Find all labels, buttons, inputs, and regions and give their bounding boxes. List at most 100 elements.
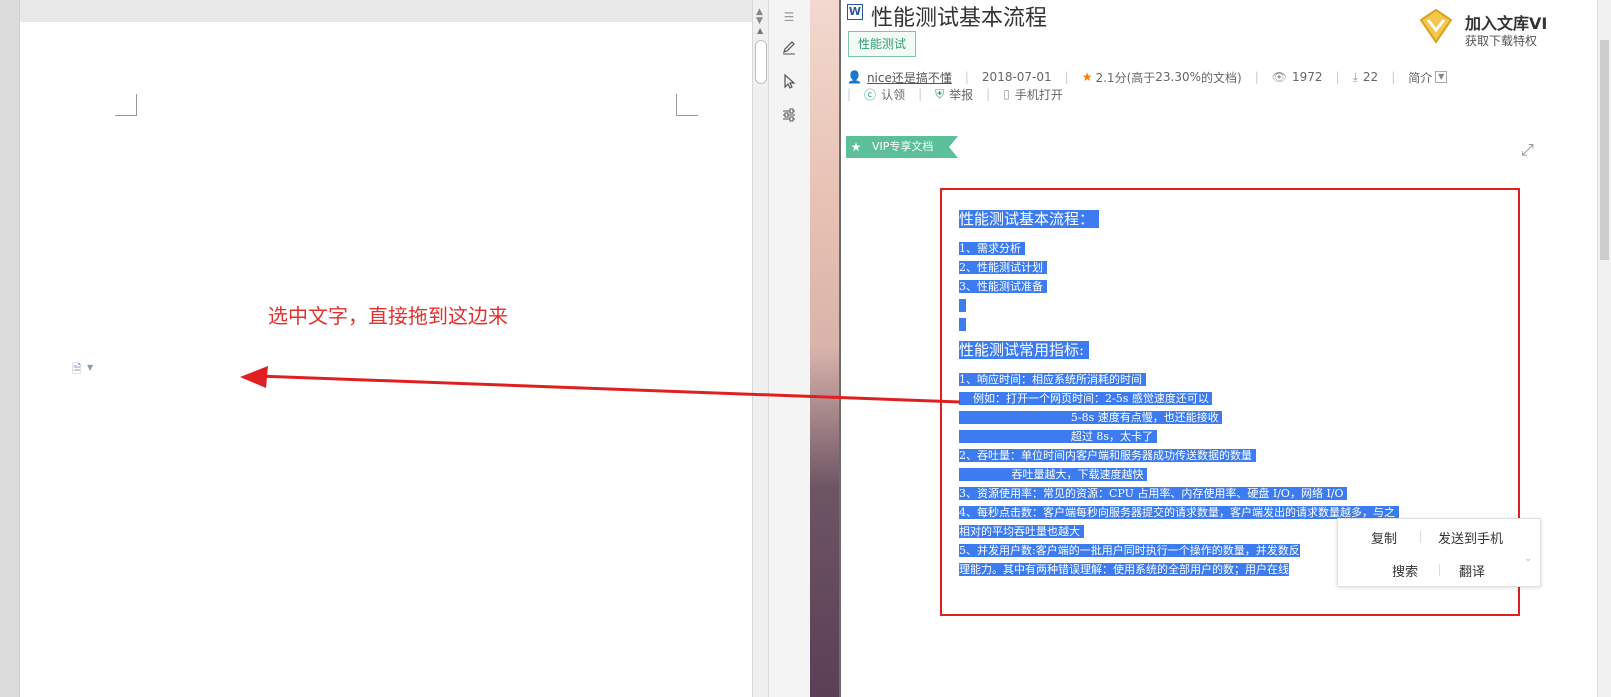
- search-button[interactable]: 搜索: [1392, 561, 1418, 580]
- selected-text[interactable]: 3、资源使用率：常见的资源：CPU 占用率、内存使用率、硬盘 I/O，网络 I/…: [959, 487, 1348, 500]
- blank-document-page[interactable]: 🗎 ▼: [20, 22, 752, 697]
- star-icon: ★: [850, 140, 862, 154]
- page-title: 性能测试基本流程: [871, 6, 1048, 31]
- meta-divider: |: [1064, 70, 1069, 84]
- word-editor-window: 🗎 ▼ ▲ ▼ ▲ ☰ 选中文字，直接拖到这边来: [0, 0, 810, 697]
- author-link[interactable]: nice还是搞不懂: [867, 69, 952, 86]
- download-count: 22: [1362, 70, 1379, 84]
- content-line[interactable]: 例如：打开一个网页时间：2-5s 感觉速度还可以: [959, 392, 1213, 406]
- content-line[interactable]: 吞吐量越大，下载速度越快: [959, 468, 1147, 482]
- selected-text[interactable]: 2、性能测试计划: [959, 261, 1047, 274]
- translate-button[interactable]: 翻译: [1459, 561, 1485, 580]
- category-tag[interactable]: 性能测试: [848, 31, 917, 57]
- intro-toggle[interactable]: 简介: [1408, 69, 1432, 86]
- content-line[interactable]: 1、需求分析: [959, 242, 1025, 256]
- chevron-down-icon[interactable]: ⌄: [1524, 553, 1532, 564]
- selected-text[interactable]: 1、需求分析: [959, 242, 1025, 255]
- content-line[interactable]: 理能力。其中有两种错误理解：使用系统的全部用户的数；用户在线: [959, 563, 1289, 577]
- user-icon: 👤: [847, 70, 862, 84]
- side-toolbar: ☰: [768, 0, 810, 697]
- desktop-background: [810, 0, 839, 697]
- selection-context-menu: 复制 发送到手机 搜索 翻译 ⌄: [1337, 518, 1541, 587]
- meta-divider: |: [964, 70, 969, 84]
- paste-options-dropdown-icon[interactable]: ▼: [87, 363, 93, 372]
- selected-text[interactable]: 性能测试常用指标:: [959, 341, 1089, 359]
- selected-text[interactable]: 例如：打开一个网页时间：2-5s 感觉速度还可以: [959, 392, 1213, 405]
- content-line[interactable]: 1、响应时间：相应系统所消耗的时间: [959, 373, 1146, 387]
- word-file-icon: W: [847, 4, 863, 20]
- document-vertical-scrollbar[interactable]: ▲ ▼ ▲: [752, 0, 768, 697]
- selected-text[interactable]: 性能测试基本流程：: [959, 210, 1099, 228]
- selected-text[interactable]: 1、响应时间：相应系统所消耗的时间: [959, 373, 1146, 386]
- claim-icon[interactable]: ⓒ: [864, 86, 876, 103]
- content-line[interactable]: 超过 8s，太卡了: [959, 430, 1157, 444]
- vip-diamond-icon: [1419, 8, 1453, 44]
- page-corner-marker-top-right: [676, 94, 698, 116]
- left-window-edge: [0, 0, 20, 697]
- page-vertical-scrollbar[interactable]: [1597, 0, 1611, 697]
- rating-percent: 23.30%: [1155, 70, 1202, 84]
- menu-divider: [1420, 531, 1421, 543]
- content-line[interactable]: 2、吞吐量：单位时间内客户端和服务器成功传送数据的数量: [959, 449, 1256, 463]
- split-view-icon[interactable]: ▲ ▼: [756, 8, 763, 26]
- document-web-page: W 性能测试基本流程 性能测试 加入文库VI 获取下载特权 👤 nice还是搞不…: [839, 0, 1611, 697]
- download-icon: ⤓: [1352, 69, 1358, 84]
- scroll-up-icon[interactable]: ▲: [757, 26, 763, 35]
- selected-text[interactable]: 3、性能测试准备: [959, 280, 1047, 293]
- mobile-phone-icon[interactable]: ▯: [1003, 87, 1010, 101]
- hamburger-icon[interactable]: ☰: [778, 6, 800, 28]
- selected-text[interactable]: 4、每秒点击数：客户端每秒向服务器提交的请求数量，客户端发出的请求数量越多，与之: [959, 506, 1399, 519]
- vip-join-title: 加入文库VI: [1465, 14, 1548, 33]
- cursor-icon[interactable]: [778, 70, 800, 92]
- content-line[interactable]: 4、每秒点击数：客户端每秒向服务器提交的请求数量，客户端发出的请求数量越多，与之: [959, 506, 1399, 520]
- content-line[interactable]: 5-8s 速度有点慢，也还能接收: [959, 411, 1223, 425]
- fullscreen-icon[interactable]: ⤢: [1521, 140, 1534, 160]
- eye-icon: 👁: [1271, 70, 1287, 84]
- content-heading[interactable]: 性能测试基本流程：: [959, 210, 1099, 228]
- drag-hint-annotation: 选中文字，直接拖到这边来: [268, 304, 508, 328]
- selected-text[interactable]: 2、吞吐量：单位时间内客户端和服务器成功传送数据的数量: [959, 449, 1256, 462]
- content-line[interactable]: 5、并发用户数:客户端的一批用户同时执行一个操作的数量，并发数反: [959, 544, 1300, 558]
- scrollbar-thumb[interactable]: [1600, 40, 1609, 260]
- pen-icon[interactable]: [778, 36, 800, 58]
- selected-text[interactable]: [959, 299, 966, 312]
- vip-join-subtitle: 获取下载特权: [1465, 34, 1538, 48]
- view-count: 1972: [1292, 70, 1323, 84]
- content-line[interactable]: 相对的平均吞吐量也越大: [959, 525, 1084, 539]
- content-line[interactable]: [959, 318, 966, 332]
- selected-text[interactable]: 5-8s 速度有点慢，也还能接收: [959, 411, 1223, 424]
- content-line[interactable]: [959, 299, 966, 313]
- selected-text[interactable]: 超过 8s，太卡了: [959, 430, 1157, 443]
- meta-divider: |: [1254, 70, 1259, 84]
- open-on-mobile-link[interactable]: 手机打开: [1015, 86, 1063, 103]
- meta-divider: |: [918, 87, 923, 101]
- document-actions-row: | ⓒ 认领 | ⛨ 举报 | ▯ 手机打开: [847, 85, 1063, 103]
- copy-button[interactable]: 复制: [1371, 528, 1397, 547]
- meta-divider: |: [847, 87, 852, 101]
- shield-icon[interactable]: ⛨: [935, 87, 944, 102]
- selected-text[interactable]: 5、并发用户数:客户端的一批用户同时执行一个操作的数量，并发数反: [959, 544, 1300, 557]
- join-vip-button[interactable]: 加入文库VI 获取下载特权: [1419, 6, 1599, 50]
- meta-divider: |: [1335, 70, 1340, 84]
- content-line[interactable]: 3、性能测试准备: [959, 280, 1047, 294]
- paste-options-icon[interactable]: 🗎: [72, 360, 82, 381]
- scrollbar-thumb[interactable]: [755, 40, 767, 84]
- page-corner-marker-top-left: [115, 94, 137, 116]
- claim-link[interactable]: 认领: [881, 86, 905, 103]
- selected-text[interactable]: [959, 318, 966, 331]
- upload-date: 2018-07-01: [981, 70, 1052, 84]
- document-meta-row: 👤 nice还是搞不懂 | 2018-07-01 | ★ 2.1分(高于 23.3…: [847, 68, 1448, 86]
- rating-tail: 的文档): [1201, 70, 1242, 85]
- chevron-down-icon[interactable]: ▼: [1435, 71, 1448, 83]
- content-line[interactable]: 3、资源使用率：常见的资源：CPU 占用率、内存使用率、硬盘 I/O，网络 I/…: [959, 487, 1348, 501]
- send-to-phone-button[interactable]: 发送到手机: [1438, 528, 1503, 547]
- star-icon: ★: [1081, 70, 1093, 84]
- sliders-icon[interactable]: [778, 104, 800, 126]
- selected-text[interactable]: 理能力。其中有两种错误理解：使用系统的全部用户的数；用户在线: [959, 563, 1289, 576]
- selected-text[interactable]: 相对的平均吞吐量也越大: [959, 525, 1084, 538]
- report-link[interactable]: 举报: [949, 86, 973, 103]
- content-line[interactable]: 2、性能测试计划: [959, 261, 1047, 275]
- meta-divider: |: [1391, 70, 1396, 84]
- content-heading[interactable]: 性能测试常用指标:: [959, 341, 1089, 359]
- selected-text[interactable]: 吞吐量越大，下载速度越快: [959, 468, 1147, 481]
